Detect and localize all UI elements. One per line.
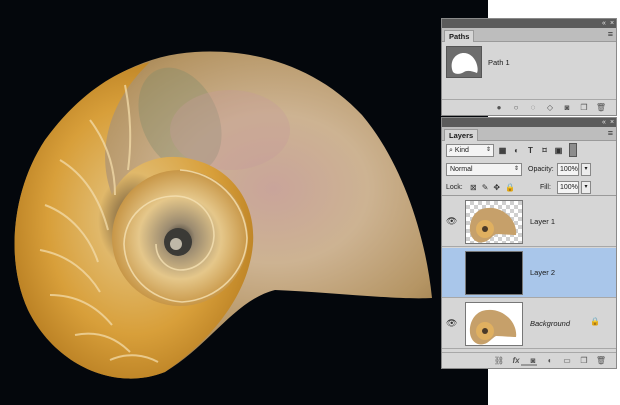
pixel-filter-icon[interactable]: ▦ [497,145,508,156]
adjustment-filter-icon[interactable]: ◐ [511,145,522,156]
close-panel-button[interactable]: × [610,118,614,127]
stroke-path-icon[interactable]: ○ [511,103,521,113]
panel-topbar: « × [442,118,616,127]
updown-arrow-icon: ⇕ [513,166,519,172]
blend-mode-value: Normal [450,166,473,173]
filter-kind-value: Kind [454,146,469,154]
layer-name: Layer 1 [530,217,556,226]
lock-icon: 🔒 [590,317,600,326]
tab-layers[interactable]: Layers [444,129,479,141]
fx-icon[interactable]: fx [511,356,521,366]
panel-topbar: « × [442,19,616,28]
visibility-eye-icon[interactable]: 👁 [446,318,458,328]
layers-tabrow: Layers ≡ [442,127,616,141]
filter-toggle-switch[interactable] [569,143,577,157]
path-row[interactable]: Path 1 [442,44,616,84]
delete-layer-icon[interactable]: 🗑 [596,356,606,366]
add-mask-icon[interactable]: ◙ [562,103,572,113]
adjustment-layer-icon[interactable]: ◐ [545,356,555,366]
delete-path-icon[interactable]: 🗑 [596,103,606,113]
layer-filter-row: ⌕ Kind ⇕ ▦ ◐ T ⌑ ▣ [442,141,616,159]
blend-row: Normal ⇕ Opacity: 100% ▾ [442,162,616,178]
panel-menu-icon[interactable]: ≡ [608,128,613,139]
smart-object-filter-icon[interactable]: ▣ [553,145,564,156]
lock-transparent-icon[interactable]: ⊠ [470,182,477,193]
layers-panel: « × Layers ≡ ⌕ Kind ⇕ ▦ ◐ T ⌑ ▣ Normal ⇕… [441,117,617,369]
layer-name: Background [530,319,571,328]
filter-kind-select[interactable]: ⌕ Kind ⇕ [446,143,494,157]
panel-menu-icon[interactable]: ≡ [608,29,613,40]
layer-row-layer-2[interactable]: Layer 2 [442,248,616,298]
opacity-input[interactable]: 100% [557,163,579,176]
type-filter-icon[interactable]: T [525,145,536,156]
tab-paths[interactable]: Paths [444,30,475,42]
lock-icons: ⊠ ✎ ✥ 🔒 [470,182,515,193]
close-panel-button[interactable]: × [610,19,614,28]
layer-thumbnail [465,302,523,346]
opacity-dropdown-icon[interactable]: ▾ [581,163,591,176]
shape-filter-icon[interactable]: ⌑ [539,145,550,156]
layer-row-background[interactable]: 👁 Background 🔒 [442,299,616,349]
fill-path-icon[interactable]: ● [494,103,504,113]
path-thumbnail [446,46,482,78]
new-layer-icon[interactable]: ❐ [579,356,589,366]
load-selection-icon[interactable]: ◌ [528,103,538,113]
layer-thumbnail [465,251,523,295]
paths-toolbar: ● ○ ◌ ◇ ◙ ❐ 🗑 [442,99,616,115]
new-path-icon[interactable]: ❐ [579,103,589,113]
document-canvas[interactable] [0,0,488,405]
layer-thumbnail [465,200,523,244]
paths-tabrow: Paths ≡ [442,28,616,42]
collapse-panel-button[interactable]: « [602,19,606,28]
visibility-eye-icon[interactable]: 👁 [446,216,458,226]
lock-brush-icon[interactable]: ✎ [482,182,489,193]
opacity-label: Opacity: [528,166,554,173]
lock-move-icon[interactable]: ✥ [493,182,500,193]
blend-mode-select[interactable]: Normal ⇕ [446,163,522,176]
paths-panel: « × Paths ≡ Path 1 ● ○ ◌ ◇ ◙ ❐ 🗑 [441,18,617,116]
lock-all-icon[interactable]: 🔒 [505,182,515,193]
fill-label: Fill: [540,184,551,191]
nautilus-shell-image [14,51,432,379]
lock-label: Lock: [446,184,463,191]
layer-name: Layer 2 [530,268,556,277]
layer-row-layer-1[interactable]: 👁 Layer 1 [442,197,616,247]
lock-row: Lock: ⊠ ✎ ✥ 🔒 Fill: 100% ▾ [442,180,616,196]
collapse-panel-button[interactable]: « [602,118,606,127]
resize-grip[interactable] [521,364,537,366]
fill-input[interactable]: 100% [557,181,579,194]
link-layers-icon[interactable]: ⛓ [494,356,504,366]
updown-arrow-icon: ⇕ [485,146,491,153]
new-group-icon[interactable]: ▭ [562,356,572,366]
search-icon: ⌕ [449,146,453,154]
path-name: Path 1 [488,58,510,67]
make-path-icon[interactable]: ◇ [545,103,555,113]
fill-dropdown-icon[interactable]: ▾ [581,181,591,194]
